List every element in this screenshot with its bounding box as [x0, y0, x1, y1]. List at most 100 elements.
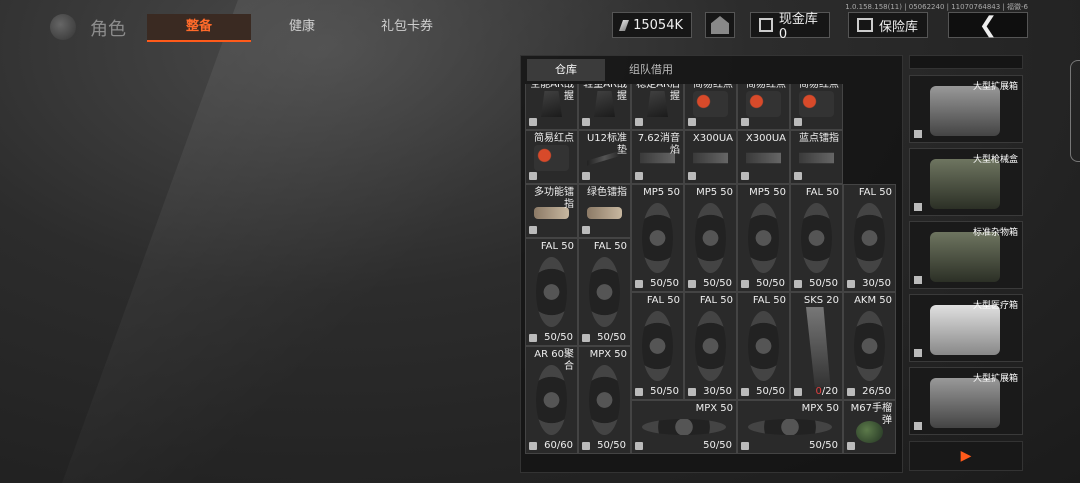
character-logo-icon	[50, 14, 76, 40]
item-name: MP5 50	[643, 187, 680, 198]
item-count: 50/50	[650, 278, 679, 289]
inventory-item[interactable]: SKS 20 0/20	[790, 292, 843, 400]
inventory-item[interactable]: FAL 50 30/50	[843, 184, 896, 292]
inventory-item[interactable]: 轻量AR战握	[578, 84, 631, 130]
item-image	[642, 419, 726, 435]
inventory-item[interactable]: 绿色镭指	[578, 184, 631, 238]
inventory-grid[interactable]: 全能AR战握 轻量AR战握 稳定AR后握 简易红点 简易红点 简易红点 简易红点 U12标准垫…	[525, 84, 901, 470]
inventory-item[interactable]: FAL 50 50/50	[578, 238, 631, 346]
inventory-item[interactable]: 简易红点	[525, 130, 578, 184]
inventory-item[interactable]: 简易红点	[684, 84, 737, 130]
tab-team-borrow[interactable]: 组队借用	[611, 59, 691, 81]
inventory-item[interactable]: X300UA	[737, 130, 790, 184]
inventory-item[interactable]: M67手榴弹	[843, 400, 896, 454]
inventory-item[interactable]: FAL 50 30/50	[684, 292, 737, 400]
item-name: 全能AR战握	[530, 84, 574, 102]
inventory-item[interactable]: 简易红点	[737, 84, 790, 130]
inventory-item[interactable]: 多功能镭指	[525, 184, 578, 238]
item-image	[854, 311, 885, 381]
inventory-item[interactable]: FAL 50 50/50	[790, 184, 843, 292]
item-name: FAL 50	[646, 295, 680, 306]
inventory-item[interactable]: MPX 50 50/50	[631, 400, 737, 454]
inventory-item[interactable]: MP5 50 50/50	[631, 184, 684, 292]
item-name: FAL 50	[699, 295, 733, 306]
inventory-item[interactable]: 简易红点	[790, 84, 843, 130]
item-tag-icon	[741, 280, 749, 288]
inventory-item[interactable]: AR 60聚合 60/60	[525, 346, 578, 454]
inventory-item[interactable]: 7.62消音焰	[631, 130, 684, 184]
item-image	[748, 203, 779, 273]
item-count: 50/50	[703, 278, 732, 289]
inventory-item[interactable]: MP5 50 50/50	[737, 184, 790, 292]
item-image	[534, 145, 569, 171]
item-image	[693, 152, 728, 164]
item-tag-icon	[529, 172, 537, 180]
tab-equip[interactable]: 整备	[147, 14, 251, 42]
inventory-item[interactable]: FAL 50 50/50	[525, 238, 578, 346]
tower-button[interactable]	[705, 12, 735, 38]
item-tag-icon	[741, 172, 749, 180]
item-tag-icon	[794, 388, 802, 396]
item-tag-icon	[688, 388, 696, 396]
tab-gift-cards[interactable]: 礼包卡券	[357, 14, 457, 40]
item-image	[799, 152, 834, 164]
item-image	[746, 152, 781, 164]
item-image	[642, 311, 673, 381]
inventory-item[interactable]: AKM 50 26/50	[843, 292, 896, 400]
inventory-item[interactable]: 全能AR战握	[525, 84, 578, 130]
container-item[interactable]: 大型扩展箱	[909, 367, 1023, 435]
item-tag-icon	[741, 442, 749, 450]
back-button[interactable]: ❮	[948, 12, 1028, 38]
item-name: FAL 50	[593, 241, 627, 252]
item-image	[806, 307, 831, 387]
container-item[interactable]: 标准杂物箱	[909, 221, 1023, 289]
item-tag-icon	[635, 388, 643, 396]
item-tag-icon	[635, 172, 643, 180]
item-tag-icon	[582, 334, 590, 342]
item-count: 30/50	[703, 386, 732, 397]
item-name: FAL 50	[752, 295, 786, 306]
item-count-capacity: /20	[821, 386, 838, 397]
inventory-item[interactable]: 稳定AR后握	[631, 84, 684, 130]
item-name: U12标准垫	[586, 133, 627, 156]
chevron-left-icon: ❮	[978, 12, 998, 38]
container-list: ▶ 大型扩展箱 大型枪械盒 标准杂物箱 大型医疗箱 大型扩展箱	[909, 55, 1023, 473]
item-tag-icon	[794, 172, 802, 180]
container-image	[930, 232, 1000, 282]
inventory-item[interactable]: U12标准垫	[578, 130, 631, 184]
item-tag-icon	[847, 442, 855, 450]
inventory-item[interactable]: X300UA	[684, 130, 737, 184]
item-image	[748, 311, 779, 381]
item-tag-icon	[582, 226, 590, 234]
container-item[interactable]: 大型扩展箱	[909, 75, 1023, 143]
side-scroll-handle[interactable]	[1070, 60, 1080, 162]
item-tag-icon	[741, 388, 749, 396]
item-image	[536, 365, 567, 435]
inventory-item[interactable]: FAL 50 50/50	[631, 292, 684, 400]
container-name: 标准杂物箱	[972, 228, 1018, 238]
item-image	[536, 257, 567, 327]
inventory-item[interactable]: 蓝点镭指	[790, 130, 843, 184]
play-button[interactable]: ▶	[909, 441, 1023, 471]
container-item[interactable]: 大型医疗箱	[909, 294, 1023, 362]
item-name: SKS 20	[803, 295, 839, 306]
top-bar: 角色 整备 健康 礼包卡券 15054K 现金库 0 保险库 ❮	[0, 0, 1080, 52]
cash-store-button[interactable]: 现金库 0	[750, 12, 830, 42]
item-image	[589, 365, 620, 435]
item-tag-icon	[529, 226, 537, 234]
inventory-item[interactable]: MPX 50 50/50	[737, 400, 843, 454]
item-name: 简易红点	[693, 84, 733, 90]
vault-label: 保险库	[879, 19, 919, 35]
container-item[interactable]: 大型枪械盒	[909, 148, 1023, 216]
inventory-item[interactable]: FAL 50 50/50	[737, 292, 790, 400]
container-name: 大型扩展箱	[972, 374, 1018, 384]
tower-icon	[711, 16, 729, 34]
item-name: MP5 50	[696, 187, 733, 198]
tab-health[interactable]: 健康	[262, 14, 342, 40]
item-name: 7.62消音焰	[637, 133, 680, 156]
inventory-item[interactable]: MP5 50 50/50	[684, 184, 737, 292]
vault-button[interactable]: 保险库	[848, 12, 928, 38]
inventory-item[interactable]: MPX 50 50/50	[578, 346, 631, 454]
money-display[interactable]: 15054K	[612, 12, 692, 38]
tab-warehouse[interactable]: 仓库	[527, 59, 605, 81]
